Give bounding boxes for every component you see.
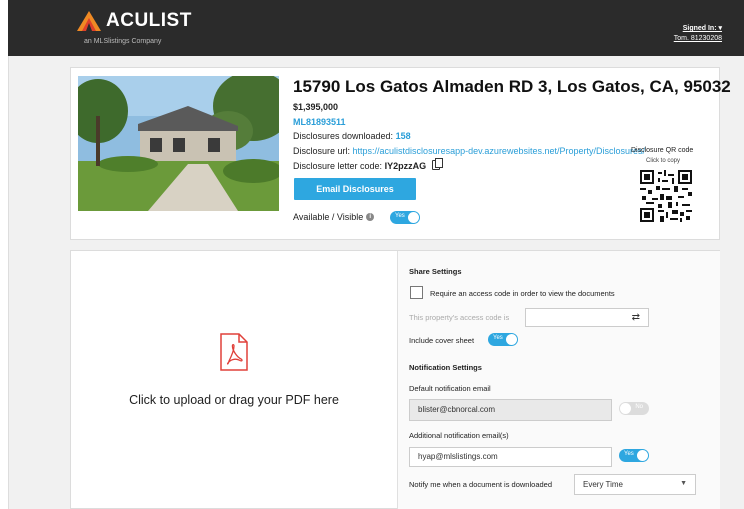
require-access-code-label: Require an access code in order to view … [430,289,615,298]
additional-email-toggle[interactable]: Yes [619,449,649,462]
letter-code-label: Disclosure letter code: [293,161,383,171]
info-icon[interactable]: i [366,213,375,221]
logo[interactable]: ACULIST [76,10,192,32]
aculist-logo-icon [77,11,101,31]
mls-number-link[interactable]: ML81893511 [293,117,346,127]
toggle-knob [637,450,648,461]
access-code-label: This property's access code is [409,313,510,322]
default-email-label: Default notification email [409,384,491,393]
downloads-row: Disclosures downloaded: 158 [293,131,411,141]
letter-code-row: Disclosure letter code: IY2pzzAG [293,158,443,171]
cover-sheet-label: Include cover sheet [409,336,475,345]
pdf-dropzone[interactable]: Click to upload or drag your PDF here [71,251,397,509]
notification-settings-heading: Notification Settings [409,363,482,372]
toggle-knob [506,334,517,345]
signed-in-label[interactable]: Signed In: ▾ [674,24,722,34]
notify-frequency-select[interactable]: Every Time ▼ [574,474,696,495]
qr-copy-hint: Click to copy [646,158,681,164]
available-label: Available / Visible [293,212,364,222]
signed-in-user[interactable]: Tom. 81230208 [674,34,722,44]
cover-sheet-toggle-label: Yes [493,335,503,341]
access-code-input[interactable]: ⇄ [525,308,649,327]
listing-card: 15790 Los Gatos Almaden RD 3, Los Gatos,… [70,67,731,240]
toggle-knob [408,212,419,223]
additional-email-toggle-label: Yes [624,451,634,457]
settings-panel: Share Settings Require an access code in… [397,251,720,509]
url-label: Disclosure url: [293,146,351,156]
available-toggle[interactable]: Yes [390,211,420,224]
property-address: 15790 Los Gatos Almaden RD 3, Los Gatos,… [293,77,731,96]
property-photo [78,76,279,211]
chevron-down-icon: ▼ [680,480,687,487]
documents-card: Click to upload or drag your PDF here Sh… [70,250,720,509]
available-toggle-label: Yes [395,213,405,219]
qr-code-label: Disclosure QR code [631,147,694,154]
property-price: $1,395,000 [293,102,339,112]
default-email-toggle[interactable]: No [619,402,649,415]
qr-code-icon[interactable] [640,170,692,222]
require-access-code-checkbox[interactable] [410,286,423,299]
share-settings-heading: Share Settings [409,267,462,276]
cover-sheet-toggle[interactable]: Yes [488,333,518,346]
notify-frequency-label: Notify me when a document is downloaded [409,480,552,489]
default-email-toggle-label: No [635,404,643,410]
notify-frequency-value: Every Time [583,480,624,489]
brand-name: ACULIST [106,10,192,31]
additional-email-label: Additional notification email(s) [409,431,509,440]
downloads-count: 158 [395,131,411,141]
downloads-label: Disclosures downloaded: [293,131,394,141]
url-row: Disclosure url: https://aculistdisclosur… [293,146,645,156]
upload-instructions: Click to upload or drag your PDF here [129,393,339,407]
additional-email-input[interactable]: hyap@mlslistings.com [409,447,612,467]
top-bar: ACULIST an MLSlistings Company Signed In… [8,0,744,56]
toggle-knob [620,403,631,414]
signed-in-menu[interactable]: Signed In: ▾ Tom. 81230208 [674,24,722,44]
letter-code-value: IY2pzzAG [384,161,427,171]
default-email-field: blister@cbnorcal.com [409,399,612,421]
copy-icon[interactable] [431,158,443,170]
swap-arrows-icon[interactable]: ⇄ [632,312,640,323]
availability-row: Available / Visible i [293,212,375,222]
brand-tagline: an MLSlistings Company [84,38,162,45]
pdf-file-icon [220,333,248,371]
disclosure-url-link[interactable]: https://aculistdisclosuresapp-dev.azurew… [353,146,645,156]
email-disclosures-button[interactable]: Email Disclosures [294,178,416,200]
